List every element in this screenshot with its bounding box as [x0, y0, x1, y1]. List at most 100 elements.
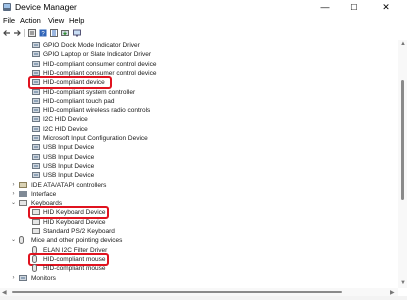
tree-row-label: HID-compliant device — [43, 79, 105, 87]
menu-help[interactable]: Help — [69, 15, 84, 27]
tree-row[interactable]: HID-compliant mouse — [32, 254, 398, 264]
back-arrow-icon[interactable] — [3, 29, 11, 37]
tree-row[interactable]: Microsoft Input Configuration Device — [32, 134, 398, 143]
tree-row[interactable]: › IDE ATA/ATAPI controllers — [10, 181, 398, 190]
scroll-down-icon[interactable]: ▼ — [400, 280, 406, 286]
menu-view[interactable]: View — [48, 15, 64, 27]
menu-file[interactable]: File — [3, 15, 15, 27]
keyboard-icon — [32, 228, 40, 234]
forward-arrow-icon[interactable] — [13, 29, 21, 37]
device-icon — [32, 135, 40, 141]
tree-row-label: HID-compliant wireless radio controls — [43, 107, 151, 115]
tree-row-label: HID-compliant mouse — [43, 255, 106, 263]
device-icon — [32, 144, 40, 151]
tree-row-label: USB Input Device — [43, 172, 95, 180]
tree-row[interactable]: USB Input Device — [32, 153, 398, 162]
tree-row[interactable]: I2C HID Device — [32, 125, 398, 134]
mouse-icon — [32, 254, 37, 263]
device-icon — [32, 172, 40, 179]
tree-row-label: USB Input Device — [43, 162, 95, 170]
menu-bar: File Action View Help — [0, 15, 407, 27]
tree-row-label: USB Input Device — [43, 144, 95, 152]
tree-row[interactable]: › Interface — [10, 190, 398, 199]
tree-row[interactable]: HID-compliant wireless radio controls — [32, 106, 398, 115]
device-icon — [32, 79, 40, 86]
scroll-left-icon[interactable]: ◀ — [2, 289, 7, 296]
properties-icon[interactable] — [28, 29, 36, 37]
tree-row[interactable]: ELAN I2C Filter Driver — [32, 245, 398, 255]
device-icon — [32, 51, 40, 58]
interface-icon — [19, 190, 27, 197]
tree-row[interactable]: HID Keyboard Device — [32, 208, 398, 217]
tree-row-label: HID-compliant consumer control device — [43, 60, 157, 68]
tree-row-label: HID-compliant mouse — [43, 265, 106, 273]
device-icon — [32, 97, 40, 104]
tree-row-label: USB Input Device — [43, 153, 95, 161]
tree-row[interactable]: HID-compliant system controller — [32, 88, 398, 97]
tree-row[interactable]: HID Keyboard Device — [32, 218, 398, 227]
tree-row[interactable]: Standard PS/2 Keyboard — [32, 227, 398, 236]
maximize-button[interactable]: ☐ — [342, 0, 366, 15]
mouse-category-icon — [19, 236, 24, 245]
tree-row[interactable]: USB Input Device — [32, 143, 398, 152]
help-icon[interactable]: ? — [39, 29, 47, 37]
expand-chevron-icon[interactable]: › — [10, 190, 17, 199]
device-manager-app-icon — [3, 3, 11, 11]
vertical-scroll-thumb[interactable] — [401, 80, 404, 200]
tree-row[interactable]: USB Input Device — [32, 171, 398, 180]
tree-row[interactable]: HID-compliant mouse — [32, 264, 398, 273]
monitor-icon — [19, 274, 27, 281]
menu-action[interactable]: Action — [20, 15, 41, 27]
tree-row-label: IDE ATA/ATAPI controllers — [31, 181, 107, 189]
window-title: Device Manager — [15, 2, 77, 12]
update-driver-icon[interactable] — [61, 29, 69, 37]
tree-row[interactable]: GPIO Laptop or Slate Indicator Driver — [32, 50, 398, 59]
tree-row[interactable]: ⌄ Mice and other pointing devices — [10, 236, 398, 245]
tree-row-label: HID Keyboard Device — [43, 218, 106, 226]
tree-row-label: ELAN I2C Filter Driver — [43, 246, 108, 254]
device-icon — [32, 69, 40, 76]
tree-row-label: HID-compliant consumer control device — [43, 69, 157, 77]
tree-row-label: I2C HID Device — [43, 116, 88, 124]
device-tree[interactable]: GPIO Dock Mode Indicator Driver GPIO Lapt… — [0, 40, 398, 288]
tree-row-label: Monitors — [31, 274, 56, 282]
scan-hardware-icon[interactable] — [73, 29, 81, 37]
device-icon — [32, 125, 40, 132]
horizontal-scroll-thumb[interactable] — [12, 291, 342, 293]
scroll-up-icon[interactable]: ▲ — [400, 41, 406, 47]
status-bar — [0, 296, 407, 300]
tree-row-label: I2C HID Device — [43, 125, 88, 133]
expand-chevron-icon[interactable]: › — [10, 181, 17, 190]
tree-row[interactable]: HID-compliant touch pad — [32, 97, 398, 106]
expand-chevron-icon[interactable]: › — [10, 274, 17, 283]
tree-row[interactable]: I2C HID Device — [32, 115, 398, 124]
mouse-icon — [32, 264, 37, 273]
device-icon — [32, 88, 40, 95]
vertical-scrollbar[interactable]: ▲ ▼ — [398, 40, 407, 288]
tree-row[interactable]: › Monitors — [10, 274, 398, 283]
tree-row-label: HID-compliant touch pad — [43, 97, 115, 105]
horizontal-scrollbar[interactable]: ◀ ▶ — [0, 288, 398, 296]
tree-row-label: GPIO Laptop or Slate Indicator Driver — [43, 51, 152, 59]
ide-controller-icon — [19, 181, 27, 188]
collapse-chevron-icon[interactable]: ⌄ — [10, 236, 17, 245]
tree-row[interactable]: HID-compliant consumer control device — [32, 60, 398, 69]
scroll-right-icon[interactable]: ▶ — [390, 289, 395, 296]
keyboard-icon — [32, 218, 40, 225]
device-icon — [32, 107, 40, 114]
minimize-button[interactable]: — — [313, 0, 337, 15]
tree-row[interactable]: ⌄ Keyboards — [10, 199, 398, 208]
toolbar-separator — [24, 29, 25, 37]
tree-row[interactable]: HID-compliant consumer control device — [32, 69, 398, 78]
tree-row[interactable]: USB Input Device — [32, 162, 398, 171]
device-icon — [32, 153, 40, 160]
device-list-icon[interactable] — [50, 29, 58, 37]
tree-row[interactable]: GPIO Dock Mode Indicator Driver — [32, 41, 398, 50]
tree-row[interactable]: HID-compliant device — [32, 78, 398, 87]
close-button[interactable]: ✕ — [374, 0, 398, 15]
mouse-icon — [32, 245, 37, 254]
keyboard-category-icon — [19, 200, 27, 207]
title-bar: Device Manager — ☐ ✕ — [0, 0, 407, 15]
collapse-chevron-icon[interactable]: ⌄ — [10, 199, 17, 208]
keyboard-icon — [32, 209, 40, 216]
